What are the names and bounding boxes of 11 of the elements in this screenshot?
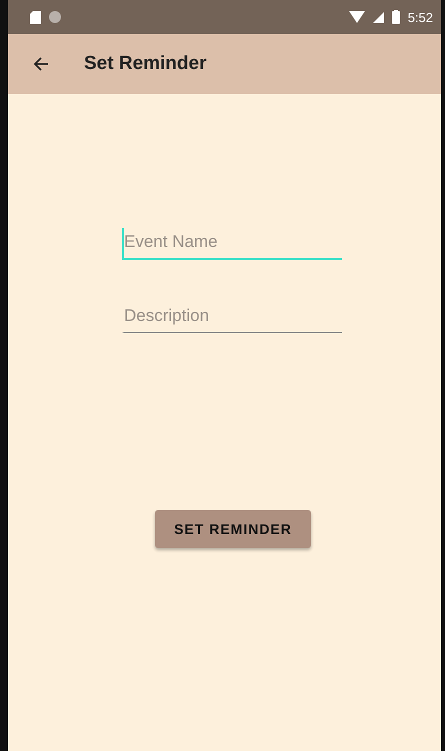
signal-icon — [372, 12, 384, 22]
back-button[interactable] — [32, 55, 50, 73]
input-field[interactable]: Event Name — [122, 228, 342, 260]
input-field[interactable]: Description — [122, 302, 342, 333]
sd-card-icon — [30, 10, 41, 24]
screen-title: Set Reminder — [84, 53, 206, 75]
wifi-icon — [348, 11, 365, 23]
circle-icon — [49, 11, 61, 23]
battery-icon — [392, 10, 400, 24]
set-reminder-button[interactable]: SET REMINDER — [155, 510, 311, 548]
status-time: 5:52 — [408, 10, 433, 24]
